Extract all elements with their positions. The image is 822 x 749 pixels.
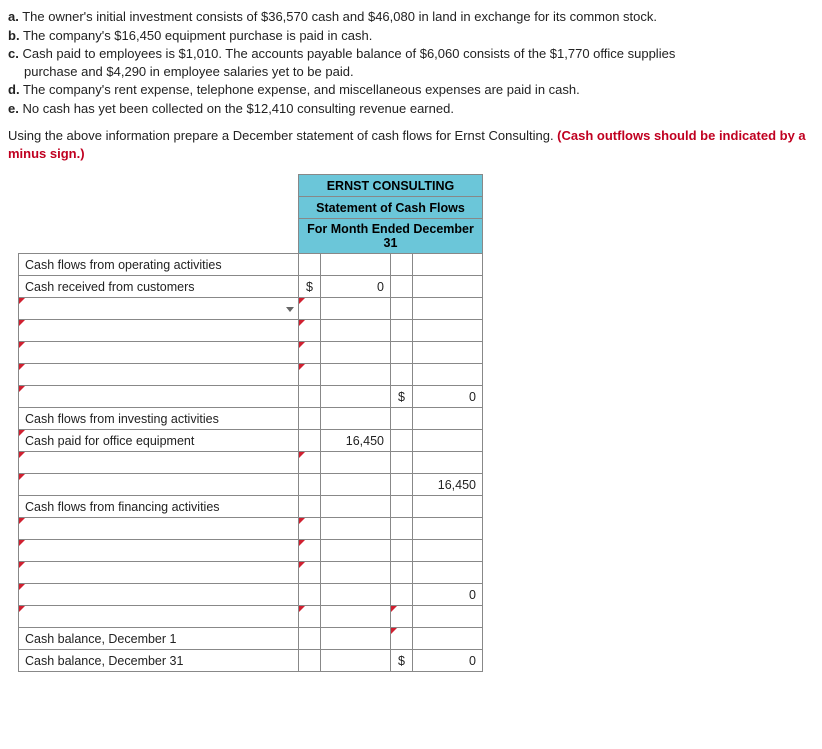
- item-d: d. The company's rent expense, telephone…: [8, 81, 814, 99]
- row-fin-blank-2[interactable]: [19, 540, 483, 562]
- item-b-text: The company's $16,450 equipment purchase…: [23, 28, 372, 43]
- op-blank-2-value[interactable]: [321, 320, 391, 342]
- cash-received-value[interactable]: 0: [321, 276, 391, 298]
- item-d-label: d.: [8, 82, 20, 97]
- row-op-blank-3[interactable]: [19, 342, 483, 364]
- header-company: ERNST CONSULTING: [299, 175, 483, 197]
- row-balance-begin[interactable]: Cash balance, December 1: [19, 628, 483, 650]
- op-blank-4-dropdown[interactable]: [19, 364, 299, 386]
- header-period: For Month Ended December 31: [299, 219, 483, 254]
- cash-received-sym: $: [299, 276, 321, 298]
- instruction: Using the above information prepare a De…: [8, 127, 814, 162]
- balance-begin-value[interactable]: [413, 628, 483, 650]
- operating-header-label: Cash flows from operating activities: [19, 254, 299, 276]
- fin-blank-3-value[interactable]: [321, 562, 391, 584]
- op-total-value: 0: [413, 386, 483, 408]
- item-a-text: The owner's initial investment consists …: [22, 9, 657, 24]
- row-operating-header: Cash flows from operating activities: [19, 254, 483, 276]
- item-e-text: No cash has yet been collected on the $1…: [22, 101, 453, 116]
- op-total-dropdown[interactable]: [19, 386, 299, 408]
- fin-blank-1-value[interactable]: [321, 518, 391, 540]
- item-e: e. No cash has yet been collected on the…: [8, 100, 814, 118]
- row-op-total[interactable]: $ 0: [19, 386, 483, 408]
- net-change-value[interactable]: [413, 606, 483, 628]
- cash-flow-statement: ERNST CONSULTING Statement of Cash Flows…: [18, 174, 483, 672]
- row-cash-received[interactable]: Cash received from customers $ 0: [19, 276, 483, 298]
- cash-equipment-value[interactable]: 16,450: [321, 430, 391, 452]
- investing-header-label: Cash flows from investing activities: [19, 408, 299, 430]
- fin-blank-2-value[interactable]: [321, 540, 391, 562]
- row-inv-total[interactable]: 16,450: [19, 474, 483, 496]
- fin-blank-2-dropdown[interactable]: [19, 540, 299, 562]
- balance-end-label: Cash balance, December 31: [19, 650, 299, 672]
- row-op-blank-2[interactable]: [19, 320, 483, 342]
- row-inv-blank-1[interactable]: [19, 452, 483, 474]
- op-blank-2-dropdown[interactable]: [19, 320, 299, 342]
- given-information: a. The owner's initial investment consis…: [8, 8, 814, 117]
- item-b: b. The company's $16,450 equipment purch…: [8, 27, 814, 45]
- inv-blank-1-value[interactable]: [321, 452, 391, 474]
- row-investing-header: Cash flows from investing activities: [19, 408, 483, 430]
- financing-header-label: Cash flows from financing activities: [19, 496, 299, 518]
- op-blank-3-dropdown[interactable]: [19, 342, 299, 364]
- balance-end-sym: $: [391, 650, 413, 672]
- row-fin-blank-3[interactable]: [19, 562, 483, 584]
- row-fin-total[interactable]: 0: [19, 584, 483, 606]
- balance-begin-label: Cash balance, December 1: [19, 628, 299, 650]
- row-financing-header: Cash flows from financing activities: [19, 496, 483, 518]
- item-d-text: The company's rent expense, telephone ex…: [23, 82, 580, 97]
- row-op-blank-4[interactable]: [19, 364, 483, 386]
- fin-total-dropdown[interactable]: [19, 584, 299, 606]
- item-a-label: a.: [8, 9, 19, 24]
- row-fin-blank-1[interactable]: [19, 518, 483, 540]
- item-c-text2: purchase and $4,290 in employee salaries…: [8, 63, 354, 81]
- cash-received-label: Cash received from customers: [19, 276, 299, 298]
- row-net-change[interactable]: [19, 606, 483, 628]
- balance-end-value: 0: [413, 650, 483, 672]
- op-blank-1-value[interactable]: [321, 298, 391, 320]
- op-total-sym: $: [391, 386, 413, 408]
- item-e-label: e.: [8, 101, 19, 116]
- instruction-main: Using the above information prepare a De…: [8, 128, 557, 143]
- row-balance-end: Cash balance, December 31 $ 0: [19, 650, 483, 672]
- item-a: a. The owner's initial investment consis…: [8, 8, 814, 26]
- op-blank-4-value[interactable]: [321, 364, 391, 386]
- item-c-label: c.: [8, 46, 19, 61]
- item-b-label: b.: [8, 28, 20, 43]
- row-cash-equipment[interactable]: Cash paid for office equipment 16,450: [19, 430, 483, 452]
- cash-equipment-label[interactable]: Cash paid for office equipment: [19, 430, 299, 452]
- item-c-text1: Cash paid to employees is $1,010. The ac…: [22, 46, 675, 61]
- op-blank-3-value[interactable]: [321, 342, 391, 364]
- fin-total-value: 0: [413, 584, 483, 606]
- item-c: c. Cash paid to employees is $1,010. The…: [8, 45, 814, 80]
- header-title: Statement of Cash Flows: [299, 197, 483, 219]
- net-change-dropdown[interactable]: [19, 606, 299, 628]
- row-op-blank-1[interactable]: [19, 298, 483, 320]
- inv-total-value: 16,450: [413, 474, 483, 496]
- fin-blank-1-dropdown[interactable]: [19, 518, 299, 540]
- op-blank-1-dropdown[interactable]: [19, 298, 299, 320]
- inv-total-dropdown[interactable]: [19, 474, 299, 496]
- fin-blank-3-dropdown[interactable]: [19, 562, 299, 584]
- inv-blank-1-dropdown[interactable]: [19, 452, 299, 474]
